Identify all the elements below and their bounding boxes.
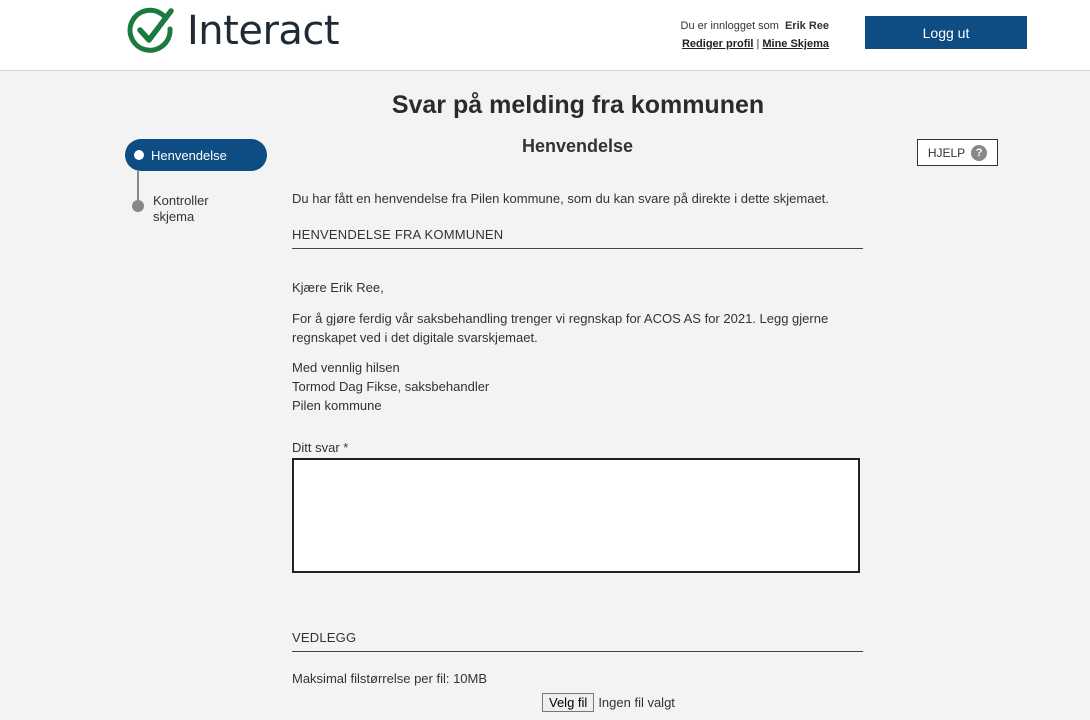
help-label: HJELP [927, 145, 966, 160]
message-line: For å gjøre ferdig vår saksbehandling tr… [292, 311, 829, 326]
logo-text: Interact [187, 8, 340, 54]
question-icon: ? [971, 144, 988, 161]
logout-button[interactable]: Logg ut [865, 16, 1027, 49]
message-line: regnskapet ved i det digitale svarskjema… [292, 330, 538, 345]
link-separator: | [756, 38, 760, 50]
help-button[interactable]: HJELP ? [917, 139, 998, 166]
step-navigation: Henvendelse Kontroller skjema [125, 139, 267, 224]
step-active-dot-icon [134, 150, 144, 160]
page-title: Svar på melding fra kommunen [391, 91, 765, 119]
user-info: Du er innlogget som Erik Ree Rediger prof… [681, 17, 829, 53]
step-active-label: Henvendelse [151, 147, 227, 163]
max-file-size: Maksimal filstørrelse per fil: 10MB [292, 671, 488, 686]
signature-line: Pilen kommune [292, 398, 382, 413]
file-input: Velg fil Ingen fil valgt [542, 693, 675, 712]
check-logo-icon [127, 7, 174, 53]
signature-line: Tormod Dag Fikse, saksbehandler [292, 379, 490, 394]
signature-line: Med vennlig hilsen [292, 360, 400, 375]
step-henvendelse[interactable]: Henvendelse [125, 139, 267, 171]
header: Interact Du er innlogget som Erik Ree Red… [0, 0, 1090, 71]
no-file-label: Ingen fil valgt [598, 695, 675, 710]
edit-profile-link[interactable]: Rediger profil [682, 38, 754, 50]
intro-text: Du har fått en henvendelse fra Pilen kom… [292, 191, 829, 206]
answer-label: Ditt svar * [292, 440, 349, 455]
greeting: Kjære Erik Ree, [292, 280, 384, 295]
message-body: For å gjøre ferdig vår saksbehandling tr… [292, 309, 863, 347]
heading-attachments: VEDLEGG [292, 630, 863, 652]
step-next-label: Kontroller skjema [153, 193, 209, 224]
section-title: Henvendelse [521, 136, 634, 156]
logo[interactable]: Interact [127, 6, 340, 56]
answer-textarea[interactable] [292, 458, 860, 573]
my-forms-link[interactable]: Mine Skjema [762, 38, 829, 50]
signature: Med vennlig hilsen Tormod Dag Fikse, sak… [292, 358, 489, 415]
logged-in-label: Du er innlogget som [680, 20, 779, 32]
step-kontroller-skjema[interactable]: Kontroller skjema [132, 193, 233, 225]
heading-inquiry: HENVENDELSE FRA KOMMUNEN [292, 227, 863, 249]
step-dot-icon [132, 200, 144, 212]
choose-file-button[interactable]: Velg fil [542, 693, 595, 712]
user-name: Erik Ree [784, 20, 829, 32]
